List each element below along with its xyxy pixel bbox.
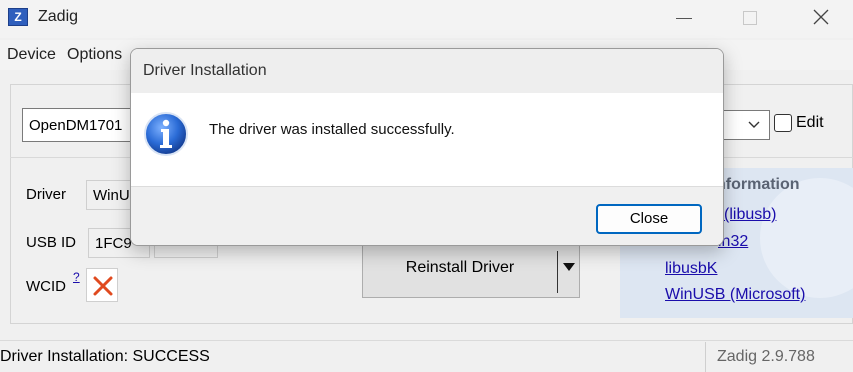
title-bar: Z Zadig [0,0,853,38]
maximize-button[interactable] [726,0,772,36]
chevron-down-icon [748,121,760,128]
menu-device[interactable]: Device [7,46,56,64]
winusb-link[interactable]: WinUSB (Microsoft) [665,286,805,304]
wcid-help-link[interactable]: ? [73,270,80,284]
dialog-title: Driver Installation [143,62,267,79]
info-title: nformation [716,176,800,193]
close-icon [813,9,829,25]
dialog-title-bar: Driver Installation [131,49,723,93]
usb-id-label: USB ID [26,234,77,251]
menu-options[interactable]: Options [67,46,122,64]
status-text: Driver Installation: SUCCESS [0,348,210,365]
dropdown-arrow-icon[interactable] [563,263,575,273]
reinstall-driver-button[interactable]: Reinstall Driver [362,244,580,298]
minimize-button[interactable] [660,0,706,36]
driver-label: Driver [26,186,66,203]
libusb-link[interactable]: (libusb) [724,206,776,224]
edit-checkbox[interactable] [774,114,792,132]
window-title: Zadig [38,8,79,25]
zadig-app-icon: Z [8,8,28,26]
libusbk-link[interactable]: libusbK [665,260,717,278]
info-icon [144,112,188,156]
info-panel-decoration [760,178,853,298]
status-separator [705,342,706,372]
reinstall-driver-label: Reinstall Driver [405,259,515,276]
x-icon [93,276,113,296]
version-label: Zadig 2.9.788 [717,348,815,365]
wcid-status [86,268,118,302]
driver-installation-dialog: Driver Installation The driver was insta… [130,48,724,246]
maximize-icon [743,11,757,25]
edit-label: Edit [796,114,824,131]
close-window-button[interactable] [798,0,844,36]
minimize-icon [676,18,692,19]
device-select-dropdown[interactable] [722,110,770,140]
wcid-label: WCID [26,278,66,295]
close-button[interactable]: Close [596,204,702,234]
split-divider [557,251,558,293]
device-select[interactable]: OpenDM1701 [22,108,142,142]
dialog-footer: Close [131,186,723,245]
dialog-message: The driver was installed successfully. [209,121,455,138]
